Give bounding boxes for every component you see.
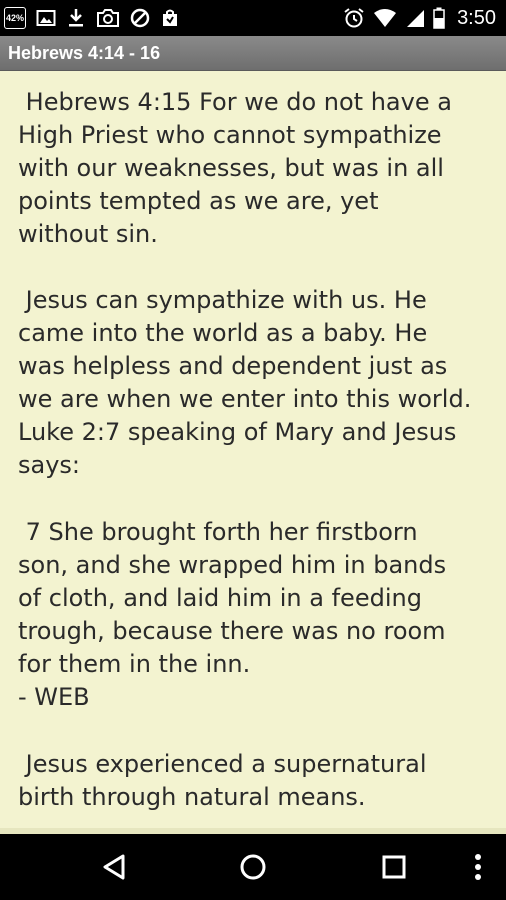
back-button[interactable]: [84, 834, 144, 900]
home-icon: [240, 854, 266, 880]
battery-percent-icon: 42%: [4, 7, 26, 29]
devotional-content[interactable]: Hebrews 4:15 For we do not have a High P…: [0, 71, 506, 828]
page-title: Hebrews 4:14 - 16: [8, 43, 161, 63]
overflow-menu-icon: [475, 854, 481, 880]
content-paragraph-conclusion: Jesus experienced a supernatural birth t…: [18, 750, 427, 811]
wifi-icon: [373, 8, 397, 28]
content-paragraph-quote: 7 She brought forth her firstborn son, a…: [18, 518, 447, 711]
store-icon: [160, 8, 180, 28]
navigation-bar: [0, 834, 506, 900]
status-right-icons: 3:50: [343, 0, 496, 36]
battery-icon: [433, 7, 445, 29]
content-paragraph-verse: Hebrews 4:15 For we do not have a High P…: [18, 88, 452, 248]
download-icon: [66, 7, 86, 29]
status-bar: 42% 3:50: [0, 0, 506, 36]
overflow-menu-button[interactable]: [448, 834, 506, 900]
block-icon: [130, 8, 150, 28]
content-paragraph-explanation: Jesus can sympathize with us. He came in…: [18, 286, 472, 479]
home-button[interactable]: [223, 834, 283, 900]
image-icon: [36, 8, 56, 28]
status-left-icons: 42%: [4, 0, 180, 36]
signal-icon: [405, 8, 425, 28]
recents-button[interactable]: [364, 834, 424, 900]
status-clock: 3:50: [457, 6, 496, 29]
alarm-icon: [343, 7, 365, 29]
camera-icon: [96, 8, 120, 28]
recents-icon: [382, 855, 406, 879]
title-bar: Hebrews 4:14 - 16: [0, 36, 506, 71]
back-icon: [103, 854, 125, 880]
